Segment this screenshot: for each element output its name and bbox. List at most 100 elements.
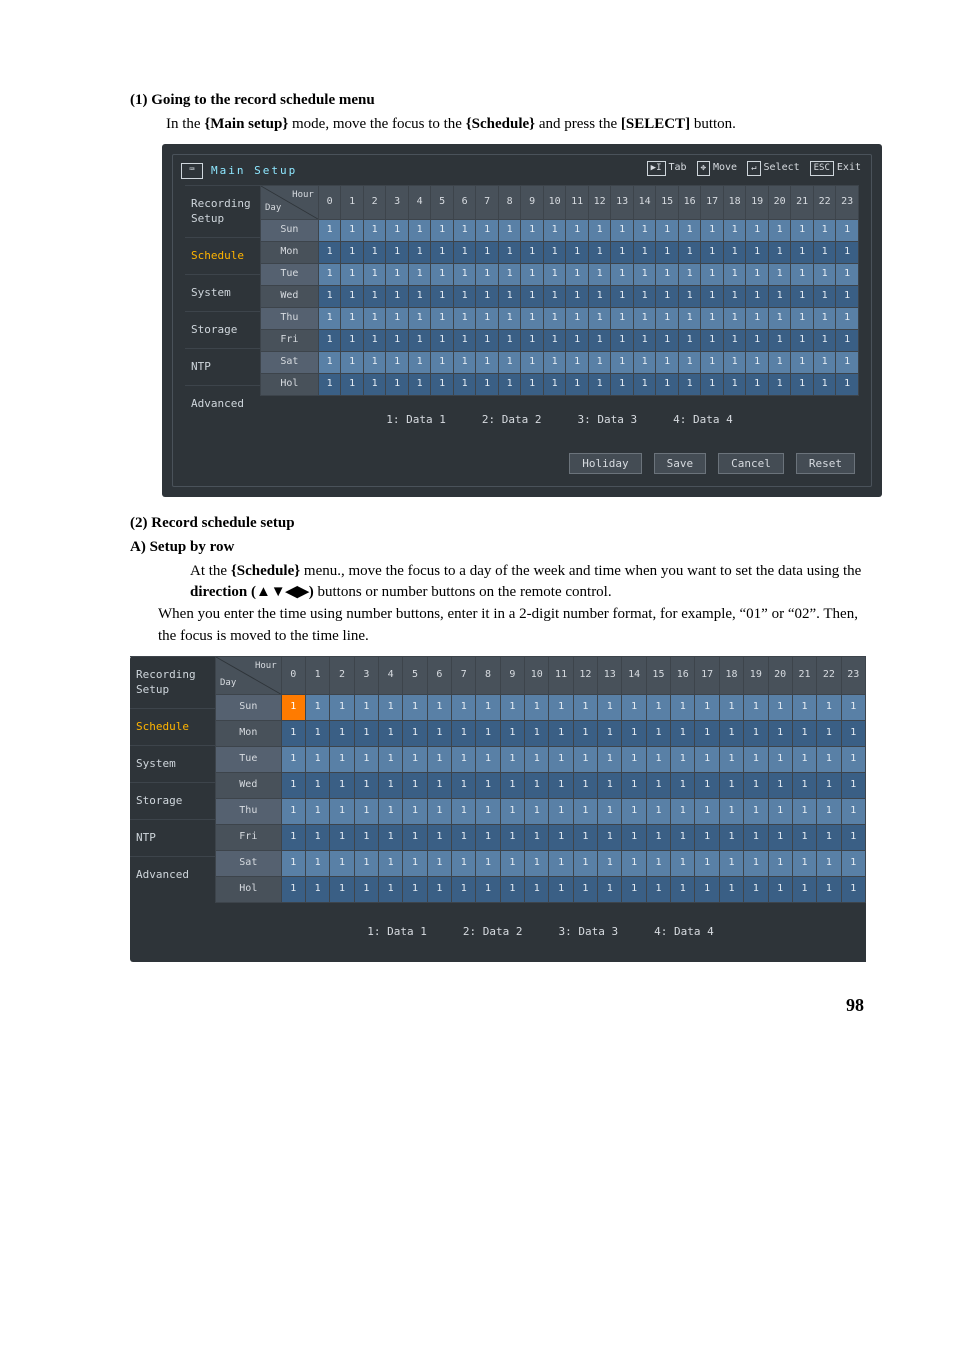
cell-fri-13[interactable]: 1	[611, 329, 634, 351]
cell-thu-18[interactable]: 1	[719, 798, 743, 824]
cell-wed-18[interactable]: 1	[723, 285, 746, 307]
cell-sun-12[interactable]: 1	[588, 219, 611, 241]
cell-mon-3[interactable]: 1	[386, 241, 409, 263]
cell-thu-19[interactable]: 1	[746, 307, 769, 329]
cell-hol-12[interactable]: 1	[588, 373, 611, 395]
cell-fri-10[interactable]: 1	[525, 824, 549, 850]
reset-button[interactable]: Reset	[796, 453, 855, 474]
cell-sat-10[interactable]: 1	[525, 850, 549, 876]
cell-fri-3[interactable]: 1	[354, 824, 378, 850]
cell-hol-22[interactable]: 1	[817, 876, 841, 902]
cell-sun-10[interactable]: 1	[525, 694, 549, 720]
cell-fri-15[interactable]: 1	[646, 824, 670, 850]
cell-wed-19[interactable]: 1	[746, 285, 769, 307]
cell-wed-2[interactable]: 1	[363, 285, 386, 307]
nav-item-recording-setup[interactable]: Recording Setup	[130, 656, 215, 709]
cell-tue-12[interactable]: 1	[573, 746, 597, 772]
cell-tue-3[interactable]: 1	[354, 746, 378, 772]
cell-fri-11[interactable]: 1	[549, 824, 573, 850]
cancel-button[interactable]: Cancel	[718, 453, 784, 474]
cell-hol-6[interactable]: 1	[427, 876, 451, 902]
cell-tue-13[interactable]: 1	[611, 263, 634, 285]
cell-wed-6[interactable]: 1	[453, 285, 476, 307]
cell-tue-15[interactable]: 1	[646, 746, 670, 772]
cell-wed-21[interactable]: 1	[791, 285, 814, 307]
cell-hol-19[interactable]: 1	[744, 876, 768, 902]
day-label-wed[interactable]: Wed	[216, 772, 282, 798]
cell-mon-22[interactable]: 1	[817, 720, 841, 746]
cell-tue-1[interactable]: 1	[305, 746, 329, 772]
cell-sat-18[interactable]: 1	[723, 351, 746, 373]
cell-thu-7[interactable]: 1	[452, 798, 476, 824]
cell-thu-12[interactable]: 1	[588, 307, 611, 329]
cell-wed-8[interactable]: 1	[476, 772, 500, 798]
cell-mon-15[interactable]: 1	[646, 720, 670, 746]
cell-thu-5[interactable]: 1	[431, 307, 454, 329]
cell-mon-11[interactable]: 1	[566, 241, 589, 263]
day-label-hol[interactable]: Hol	[216, 876, 282, 902]
cell-wed-11[interactable]: 1	[549, 772, 573, 798]
cell-mon-0[interactable]: 1	[318, 241, 341, 263]
cell-sun-17[interactable]: 1	[701, 219, 724, 241]
cell-sun-13[interactable]: 1	[598, 694, 622, 720]
cell-sat-11[interactable]: 1	[566, 351, 589, 373]
cell-sun-5[interactable]: 1	[431, 219, 454, 241]
cell-tue-19[interactable]: 1	[746, 263, 769, 285]
cell-hol-5[interactable]: 1	[431, 373, 454, 395]
cell-sun-11[interactable]: 1	[549, 694, 573, 720]
cell-thu-11[interactable]: 1	[549, 798, 573, 824]
cell-fri-6[interactable]: 1	[453, 329, 476, 351]
cell-thu-12[interactable]: 1	[573, 798, 597, 824]
cell-fri-5[interactable]: 1	[431, 329, 454, 351]
cell-wed-14[interactable]: 1	[622, 772, 646, 798]
cell-sun-16[interactable]: 1	[671, 694, 695, 720]
day-label-thu[interactable]: Thu	[216, 798, 282, 824]
cell-thu-18[interactable]: 1	[723, 307, 746, 329]
cell-sun-1[interactable]: 1	[305, 694, 329, 720]
cell-sat-17[interactable]: 1	[695, 850, 719, 876]
cell-mon-8[interactable]: 1	[476, 720, 500, 746]
cell-sat-16[interactable]: 1	[671, 850, 695, 876]
cell-mon-19[interactable]: 1	[744, 720, 768, 746]
cell-fri-13[interactable]: 1	[598, 824, 622, 850]
cell-tue-22[interactable]: 1	[813, 263, 836, 285]
cell-mon-4[interactable]: 1	[379, 720, 403, 746]
cell-sat-17[interactable]: 1	[701, 351, 724, 373]
cell-sat-11[interactable]: 1	[549, 850, 573, 876]
cell-sun-19[interactable]: 1	[744, 694, 768, 720]
cell-fri-1[interactable]: 1	[341, 329, 364, 351]
cell-hol-16[interactable]: 1	[671, 876, 695, 902]
cell-sat-0[interactable]: 1	[318, 351, 341, 373]
cell-fri-9[interactable]: 1	[521, 329, 544, 351]
cell-hol-9[interactable]: 1	[500, 876, 524, 902]
cell-thu-2[interactable]: 1	[363, 307, 386, 329]
cell-thu-6[interactable]: 1	[453, 307, 476, 329]
cell-tue-11[interactable]: 1	[549, 746, 573, 772]
cell-wed-22[interactable]: 1	[813, 285, 836, 307]
cell-tue-21[interactable]: 1	[792, 746, 816, 772]
cell-thu-20[interactable]: 1	[768, 798, 792, 824]
cell-sat-9[interactable]: 1	[500, 850, 524, 876]
cell-hol-2[interactable]: 1	[330, 876, 354, 902]
cell-wed-23[interactable]: 1	[841, 772, 865, 798]
cell-wed-16[interactable]: 1	[678, 285, 701, 307]
cell-tue-14[interactable]: 1	[633, 263, 656, 285]
day-label-fri[interactable]: Fri	[216, 824, 282, 850]
cell-tue-18[interactable]: 1	[723, 263, 746, 285]
cell-sun-6[interactable]: 1	[453, 219, 476, 241]
cell-mon-4[interactable]: 1	[408, 241, 431, 263]
cell-thu-9[interactable]: 1	[500, 798, 524, 824]
cell-fri-23[interactable]: 1	[836, 329, 859, 351]
cell-tue-4[interactable]: 1	[379, 746, 403, 772]
cell-sun-16[interactable]: 1	[678, 219, 701, 241]
cell-tue-2[interactable]: 1	[330, 746, 354, 772]
cell-mon-21[interactable]: 1	[792, 720, 816, 746]
cell-fri-7[interactable]: 1	[452, 824, 476, 850]
cell-thu-1[interactable]: 1	[341, 307, 364, 329]
cell-fri-3[interactable]: 1	[386, 329, 409, 351]
cell-thu-1[interactable]: 1	[305, 798, 329, 824]
cell-sat-1[interactable]: 1	[305, 850, 329, 876]
cell-sat-8[interactable]: 1	[476, 850, 500, 876]
cell-thu-22[interactable]: 1	[813, 307, 836, 329]
cell-tue-20[interactable]: 1	[768, 263, 791, 285]
